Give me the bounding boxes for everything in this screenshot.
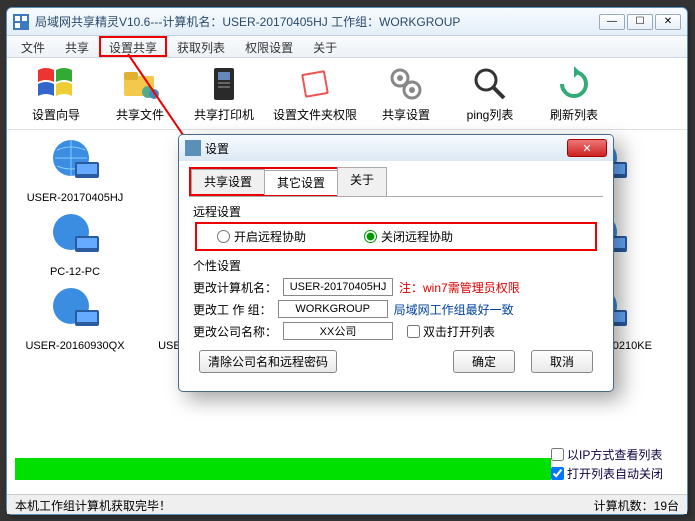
dialog-close-button[interactable]: ✕ (567, 139, 607, 157)
radio-open-remote[interactable]: 开启远程协助 (217, 228, 306, 245)
check-ip-mode[interactable]: 以IP方式查看列表 (551, 446, 679, 463)
tool-wizard[interactable]: 设置向导 (15, 62, 97, 125)
menu-file[interactable]: 文件 (11, 36, 55, 57)
pc-item[interactable]: USER-20160930QX (15, 286, 135, 352)
maximize-button[interactable]: ☐ (627, 14, 653, 30)
tool-refresh[interactable]: 刷新列表 (533, 62, 615, 125)
tool-share-printer[interactable]: 共享打印机 (183, 62, 265, 125)
tool-folder-perm[interactable]: 设置文件夹权限 (267, 62, 363, 125)
book-icon (295, 64, 335, 104)
globe-monitor-icon (47, 286, 103, 334)
dialog-title: 设置 (205, 140, 567, 157)
menu-set-share[interactable]: 设置共享 (99, 36, 167, 57)
progress-bar (15, 458, 551, 480)
check-auto-close[interactable]: 打开列表自动关闭 (551, 465, 679, 482)
checkbox-ip[interactable] (551, 448, 564, 461)
hint-admin: 注：win7需管理员权限 (399, 279, 520, 296)
label-company: 更改公司名称： (193, 323, 277, 340)
menu-permissions[interactable]: 权限设置 (235, 36, 303, 57)
dialog-icon (185, 140, 201, 156)
clear-button[interactable]: 清除公司名和远程密码 (199, 350, 337, 373)
settings-dialog: 设置 ✕ 共享设置 其它设置 关于 远程设置 开启远程协助 关闭远程协助 个性设… (178, 134, 614, 392)
close-button[interactable]: ✕ (655, 14, 681, 30)
windows-flag-icon (36, 64, 76, 104)
label-workgroup: 更改工 作 组： (193, 301, 272, 318)
ok-button[interactable]: 确定 (453, 350, 515, 373)
pc-item[interactable]: PC-12-PC (15, 212, 135, 278)
radio-close-remote[interactable]: 关闭远程协助 (364, 228, 453, 245)
tab-share-settings[interactable]: 共享设置 (191, 169, 265, 194)
menu-get-list[interactable]: 获取列表 (167, 36, 235, 57)
statusbar: 本机工作组计算机获取完毕！ 计算机数：19台 (7, 494, 687, 514)
input-workgroup[interactable] (278, 300, 388, 318)
checkbox-autoclose[interactable] (551, 467, 564, 480)
dialog-tabs: 共享设置 其它设置 关于 (189, 167, 603, 197)
minimize-button[interactable]: — (599, 14, 625, 30)
section-personal: 个性设置 (193, 257, 603, 274)
tool-share-file[interactable]: 共享文件 (99, 62, 181, 125)
check-dblclick[interactable]: 双击打开列表 (407, 323, 495, 340)
toolbar: 设置向导 共享文件 共享打印机 设置文件夹权限 共享设置 ping列表 刷新列表 (7, 58, 687, 130)
app-icon (13, 14, 29, 30)
globe-monitor-icon (47, 138, 103, 186)
gears-icon (386, 64, 426, 104)
input-computer-name[interactable] (283, 278, 393, 296)
tab-other-settings[interactable]: 其它设置 (264, 170, 338, 195)
globe-monitor-icon (47, 212, 103, 260)
remote-radio-group: 开启远程协助 关闭远程协助 (195, 222, 597, 251)
menu-about[interactable]: 关于 (303, 36, 347, 57)
pc-item[interactable]: USER-20170405HJ (15, 138, 135, 204)
titlebar: 局域网共享精灵V10.6---计算机名：USER-20170405HJ 工作组：… (7, 8, 687, 36)
input-company[interactable] (283, 322, 393, 340)
cancel-button[interactable]: 取消 (531, 350, 593, 373)
tool-share-settings[interactable]: 共享设置 (365, 62, 447, 125)
hint-workgroup: 局域网工作组最好一致 (394, 301, 514, 318)
server-icon (204, 64, 244, 104)
status-right: 计算机数：19台 (594, 497, 679, 512)
magnifier-icon (470, 64, 510, 104)
folder-users-icon (120, 64, 160, 104)
refresh-icon (554, 64, 594, 104)
status-left: 本机工作组计算机获取完毕！ (15, 497, 171, 512)
tool-ping[interactable]: ping列表 (449, 62, 531, 125)
tab-about[interactable]: 关于 (337, 167, 387, 196)
view-options: 以IP方式查看列表 打开列表自动关闭 (551, 446, 679, 484)
dialog-titlebar: 设置 ✕ (179, 135, 613, 161)
section-remote: 远程设置 (193, 203, 603, 220)
label-computer-name: 更改计算机名： (193, 279, 277, 296)
menubar: 文件 共享 设置共享 获取列表 权限设置 关于 (7, 36, 687, 58)
menu-share[interactable]: 共享 (55, 36, 99, 57)
window-title: 局域网共享精灵V10.6---计算机名：USER-20170405HJ 工作组：… (35, 13, 599, 30)
